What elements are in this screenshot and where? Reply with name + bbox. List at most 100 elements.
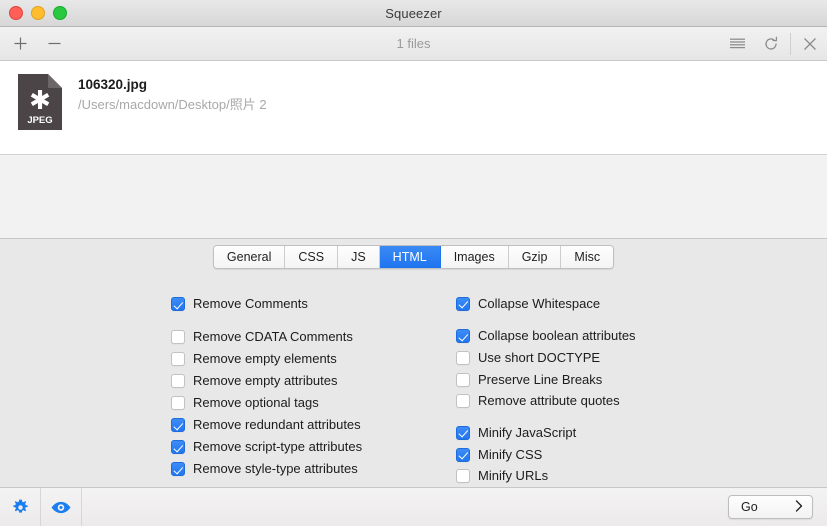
option-preserve-line-breaks[interactable]: Preserve Line Breaks	[456, 369, 736, 391]
asterisk-glyph: ✱	[29, 85, 51, 115]
checkbox[interactable]	[456, 394, 470, 409]
tab-misc[interactable]: Misc	[561, 246, 614, 268]
option-remove-style-type-attributes[interactable]: Remove style-type attributes	[171, 458, 446, 480]
option-minify-urls[interactable]: Minify URLs	[456, 465, 736, 487]
checkbox[interactable]	[171, 396, 185, 410]
gear-icon	[12, 499, 28, 513]
titlebar: Squeezer	[0, 0, 827, 27]
toolbar-left-group	[0, 35, 63, 53]
tab-bar-zone: General CSS JS HTML Images Gzip Misc	[0, 239, 827, 275]
checkbox[interactable]	[456, 329, 470, 344]
settings-right-column: Collapse Whitespace Collapse boolean att…	[456, 293, 736, 487]
eye-icon	[51, 501, 71, 513]
option-collapse-whitespace[interactable]: Collapse Whitespace	[456, 293, 736, 315]
option-label: Preserve Line Breaks	[478, 371, 603, 387]
option-label: Collapse boolean attributes	[478, 328, 636, 344]
option-label: Remove optional tags	[193, 395, 319, 410]
file-type-label: JPEG	[27, 115, 52, 126]
file-list[interactable]: ✱ JPEG 106320.jpg /Users/macdown/Desktop…	[0, 61, 827, 155]
option-label: Remove empty attributes	[193, 373, 338, 388]
html-settings-panel: Remove Comments Remove CDATA Comments Re…	[0, 275, 827, 487]
checkbox[interactable]	[456, 469, 470, 484]
checkbox[interactable]	[171, 418, 185, 432]
checkbox[interactable]	[171, 297, 185, 311]
close-panel-button[interactable]	[793, 27, 827, 60]
checkbox[interactable]	[456, 447, 470, 462]
tab-js[interactable]: JS	[338, 246, 380, 268]
toolbar-divider	[790, 32, 791, 55]
option-remove-cdata-comments[interactable]: Remove CDATA Comments	[171, 326, 446, 348]
squeezer-window: Squeezer 1 files ✱ JPEG 106320.jpg /User…	[0, 0, 827, 526]
file-count-label: 1 files	[396, 36, 431, 51]
toolbar-right-group	[720, 27, 827, 60]
option-label: Remove empty elements	[193, 351, 337, 366]
option-label: Remove redundant attributes	[193, 417, 361, 432]
option-remove-empty-elements[interactable]: Remove empty elements	[171, 348, 446, 370]
file-meta: 106320.jpg /Users/macdown/Desktop/照片 2	[64, 73, 267, 114]
option-use-short-doctype[interactable]: Use short DOCTYPE	[456, 347, 736, 369]
checkbox[interactable]	[171, 330, 185, 344]
option-collapse-boolean-attributes[interactable]: Collapse boolean attributes	[456, 326, 736, 348]
minus-icon	[48, 42, 60, 45]
add-file-button[interactable]	[11, 35, 29, 53]
tab-general[interactable]: General	[213, 246, 286, 268]
bottom-bar: Go	[0, 487, 827, 526]
list-icon	[729, 38, 745, 49]
file-name: 106320.jpg	[78, 77, 148, 92]
settings-button[interactable]	[0, 488, 41, 526]
checkbox[interactable]	[171, 462, 185, 476]
traffic-lights	[0, 6, 67, 20]
plus-icon	[14, 37, 26, 50]
option-label: Remove Comments	[193, 296, 308, 311]
preview-button[interactable]	[41, 488, 82, 526]
chevron-right-icon	[795, 499, 803, 515]
refresh-icon	[765, 36, 778, 50]
option-minify-css[interactable]: Minify CSS	[456, 444, 736, 466]
file-path: /Users/macdown/Desktop/照片 2	[78, 97, 267, 112]
zoom-window-button[interactable]	[53, 6, 67, 20]
checkbox[interactable]	[171, 440, 185, 454]
checkbox[interactable]	[456, 372, 470, 387]
settings-left-column: Remove Comments Remove CDATA Comments Re…	[171, 293, 446, 487]
tab-css[interactable]: CSS	[285, 246, 339, 268]
option-label: Minify CSS	[478, 446, 543, 462]
option-label: Minify JavaScript	[478, 424, 577, 440]
tab-html[interactable]: HTML	[379, 246, 441, 268]
option-minify-javascript[interactable]: Minify JavaScript	[456, 422, 736, 444]
close-icon	[804, 37, 816, 50]
option-label: Collapse Whitespace	[478, 295, 601, 311]
option-remove-redundant-attributes[interactable]: Remove redundant attributes	[171, 414, 446, 436]
toolbar: 1 files	[0, 27, 827, 61]
tab-bar: General CSS JS HTML Images Gzip Misc	[212, 245, 615, 269]
results-panel	[0, 155, 827, 239]
minimize-window-button[interactable]	[31, 6, 45, 20]
checkbox[interactable]	[456, 425, 470, 440]
list-view-button[interactable]	[720, 27, 754, 60]
tab-images[interactable]: Images	[440, 246, 509, 268]
close-window-button[interactable]	[9, 6, 23, 20]
option-remove-empty-attributes[interactable]: Remove empty attributes	[171, 370, 446, 392]
option-label: Use short DOCTYPE	[478, 350, 601, 366]
go-button-label: Go	[741, 500, 758, 514]
remove-file-button[interactable]	[45, 35, 63, 53]
document-icon: ✱ JPEG	[18, 74, 62, 130]
option-label: Remove attribute quotes	[478, 393, 620, 409]
checkbox[interactable]	[171, 352, 185, 366]
jpeg-file-icon: ✱ JPEG	[16, 73, 64, 131]
option-label: Minify URLs	[478, 468, 549, 484]
tab-gzip[interactable]: Gzip	[508, 246, 562, 268]
option-remove-script-type-attributes[interactable]: Remove script-type attributes	[171, 436, 446, 458]
option-remove-optional-tags[interactable]: Remove optional tags	[171, 392, 446, 414]
go-button[interactable]: Go	[728, 495, 813, 519]
refresh-button[interactable]	[754, 27, 788, 60]
checkbox[interactable]	[456, 296, 470, 311]
window-title: Squeezer	[385, 5, 442, 21]
option-remove-comments[interactable]: Remove Comments	[171, 293, 446, 315]
list-item[interactable]: ✱ JPEG 106320.jpg /Users/macdown/Desktop…	[0, 73, 827, 131]
option-label: Remove style-type attributes	[193, 461, 358, 476]
option-remove-attribute-quotes[interactable]: Remove attribute quotes	[456, 391, 736, 413]
option-label: Remove CDATA Comments	[193, 329, 353, 344]
checkbox[interactable]	[456, 351, 470, 366]
checkbox[interactable]	[171, 374, 185, 388]
option-label: Remove script-type attributes	[193, 439, 363, 454]
